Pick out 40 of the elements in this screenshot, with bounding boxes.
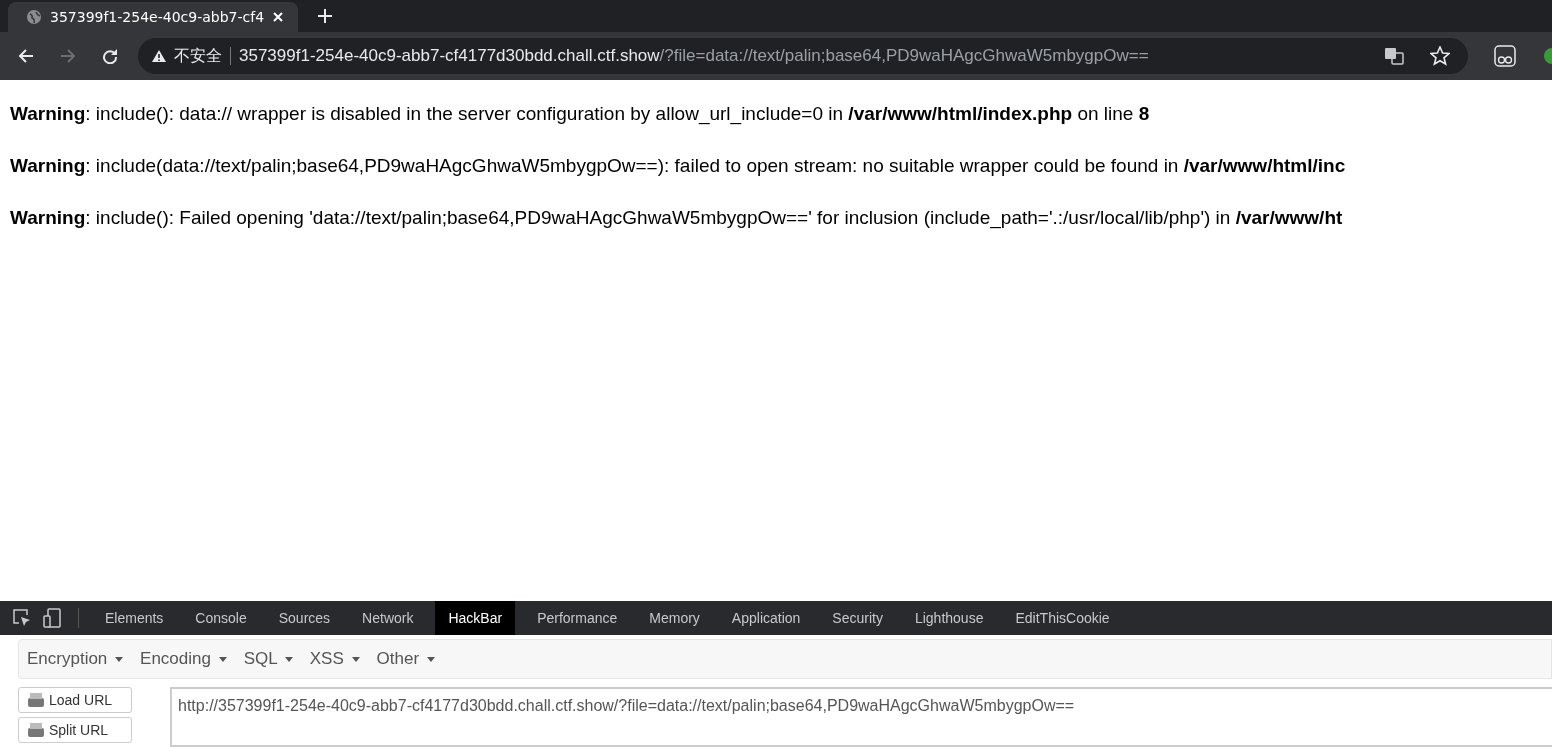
device-toolbar-icon[interactable] [42,608,62,628]
devtools-tab[interactable]: Memory [639,601,710,635]
reload-icon[interactable] [102,48,118,64]
warning-message: Warning: include(): data:// wrapper is disabled in the server configuration by allow_url_include=0 in /var/www/html/index.php on line 8 [10,102,1151,126]
devtools-tab[interactable]: Network [352,601,424,635]
dropdown-menu[interactable]: Other [376,649,444,669]
close-icon[interactable] [272,11,284,23]
hackbar-button[interactable]: Load URL [18,687,132,713]
warning-message: Warning: include(): Failed opening 'data://text/palin;base64,PD9waHAgcGhwaW5mbygpOw==' for inclusion (include_path='.:/usr/local/lib/php') in /var/www/ht [10,206,1344,230]
back-arrow-icon[interactable] [18,48,34,64]
devtools-tab[interactable]: Elements [95,601,174,635]
devtools-tab[interactable]: Console [185,601,257,635]
address-bar[interactable]: 不安全 357399f1-254e-40c9-abb7-cf4177d30bdd.chall.ctf.show/?file=data://text/palin;base64,PD9waHAgcGhwaW5mbygpOw== [138,38,1468,74]
drive-icon [27,692,45,708]
dropdown-menu[interactable]: XSS [309,649,369,669]
dropdown-menu[interactable]: Encryption [27,649,133,669]
globe-icon [26,9,42,25]
devtools-tab[interactable]: Lighthouse [904,601,994,635]
extension-icon[interactable] [1542,46,1552,66]
dropdown-menu[interactable]: SQL [243,649,302,669]
drive-icon [27,722,45,738]
devtools-tab[interactable]: Application [721,601,811,635]
url-input-field[interactable]: http://357399f1-254e-40c9-abb7-cf4177d30bdd.chall.ctf.show/?file=data://text/palin;base64,PD9waHAgcGhwaW5mbygpOw== [170,687,1552,747]
warning-icon [152,50,166,62]
translate-icon[interactable] [1384,46,1404,66]
devtools-tab[interactable]: Performance [527,601,628,635]
devtools-tab[interactable]: Security [822,601,893,635]
new-tab-icon[interactable] [318,9,332,23]
star-icon[interactable] [1430,46,1450,66]
hackbar-button[interactable]: Split URL [18,717,132,743]
dropdown-menu[interactable]: Encoding [140,649,236,669]
profile-icon[interactable] [1494,45,1516,67]
browser-tab[interactable]: 357399f1-254e-40c9-abb7-cf4 [8,2,298,32]
not-secure-label: 不安全 [174,45,222,67]
devtools-tab[interactable]: EditThisCookie [1005,601,1120,635]
url-text: 357399f1-254e-40c9-abb7-cf4177d30bdd.chall.ctf.show/?file=data://text/palin;base64,PD9waHAgcGhwaW5mbygpOw== [239,46,1149,66]
inspect-icon[interactable] [12,608,32,628]
devtools-tab[interactable]: Sources [268,601,341,635]
warning-message: Warning: include(data://text/palin;base64,PD9waHAgcGhwaW5mbygpOw==): failed to open stream: no suitable wrapper could be found in /var/www/html/inc [10,154,1347,178]
devtools-tab[interactable]: HackBar [435,601,516,635]
